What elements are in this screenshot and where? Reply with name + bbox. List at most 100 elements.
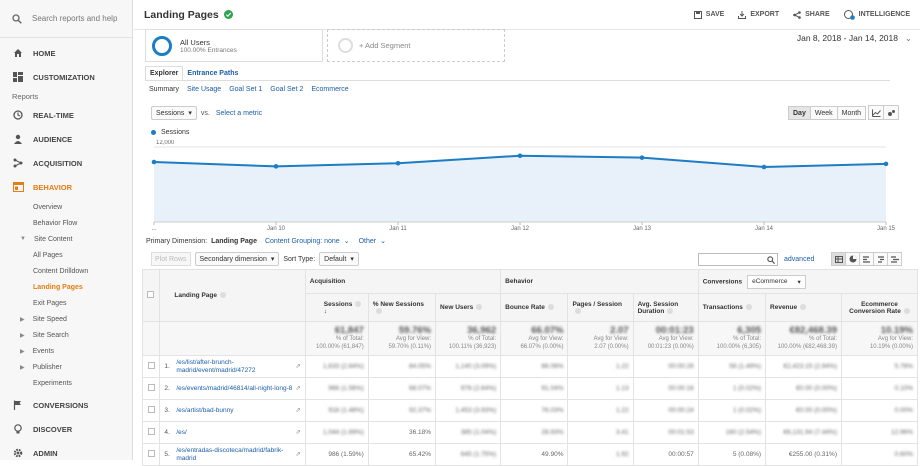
landing-page-link[interactable]: /es/list/after-brunch-madrid/event/madri… xyxy=(176,359,292,375)
col-label: Landing Page xyxy=(174,292,217,299)
conversions-select[interactable]: eCommerce ▾ xyxy=(747,274,806,289)
metric-cell: €0.00 (0.00%) xyxy=(765,377,842,400)
sidebar-publisher[interactable]: ▶ Publisher xyxy=(0,359,132,375)
metric-cell: 76.03% xyxy=(500,399,569,422)
subtab-goal-set-2[interactable]: Goal Set 2 xyxy=(270,86,303,93)
granularity-week[interactable]: Week xyxy=(809,106,838,120)
tab-entrance-paths[interactable]: Entrance Paths xyxy=(183,66,242,80)
metric-cell: 978 (2.64%) xyxy=(435,377,502,400)
metric-cell: 986 (1.59%) xyxy=(304,443,369,466)
date-range-picker[interactable]: Jan 8, 2018 - Jan 14, 2018 ⌄ xyxy=(797,33,912,43)
col-header[interactable]: Sessions ↓ xyxy=(304,293,369,322)
sidebar-sub-all-pages[interactable]: All Pages xyxy=(0,247,132,263)
col-header[interactable]: Ecommerce Conversion Rate xyxy=(840,293,919,322)
content-grouping-link[interactable]: Content Grouping: none xyxy=(265,238,340,245)
table-view-icon[interactable] xyxy=(831,252,847,266)
sidebar-sub-experiments[interactable]: Experiments xyxy=(0,375,132,391)
sidebar-label: BEHAVIOR xyxy=(33,182,73,192)
sidebar-sub-exit-pages[interactable]: Exit Pages xyxy=(0,295,132,311)
plot-rows-button[interactable]: Plot Rows xyxy=(151,252,191,266)
col-landing-page[interactable]: Landing Page xyxy=(159,269,306,322)
intelligence-button[interactable]: INTELLIGENCE xyxy=(843,9,910,20)
export-button[interactable]: EXPORT xyxy=(738,10,779,19)
subtab-goal-set-1[interactable]: Goal Set 1 xyxy=(229,86,262,93)
tab-explorer[interactable]: Explorer xyxy=(145,66,184,80)
sidebar-sub-behavior-flow[interactable]: Behavior Flow xyxy=(0,215,132,231)
landing-page-link[interactable]: /es/ xyxy=(176,429,292,437)
save-button[interactable]: SAVE xyxy=(693,10,725,19)
col-header[interactable]: % New Sessions xyxy=(367,293,437,322)
sidebar-sub-landing-pages[interactable]: Landing Pages xyxy=(0,279,132,295)
table-search-input[interactable] xyxy=(698,252,778,266)
external-link-icon[interactable]: ⇗ xyxy=(295,385,300,393)
save-label: SAVE xyxy=(705,11,725,18)
landing-page-link[interactable]: /es/entradas-discoteca/madrid/fabrik-mad… xyxy=(176,447,292,463)
subtab-site-usage[interactable]: Site Usage xyxy=(187,86,221,93)
row-checkbox[interactable] xyxy=(148,362,156,369)
external-link-icon[interactable]: ⇗ xyxy=(295,407,300,415)
vs-label: vs. xyxy=(200,109,210,117)
row-checkbox[interactable] xyxy=(148,384,156,391)
sidebar-item-realtime[interactable]: REAL-TIME xyxy=(0,103,132,127)
subtab-ecommerce[interactable]: Ecommerce xyxy=(311,86,348,93)
line-chart-icon[interactable] xyxy=(868,105,884,120)
sidebar-sub-overview[interactable]: Overview xyxy=(0,199,132,215)
col-header[interactable]: Pages / Session xyxy=(567,293,634,322)
other-dimension-link[interactable]: Other xyxy=(359,238,377,245)
select-metric-link[interactable]: Select a metric xyxy=(216,110,262,117)
metric-value: 0.60% xyxy=(894,451,913,458)
sidebar-item-audience[interactable]: AUDIENCE xyxy=(0,127,132,151)
row-checkbox[interactable] xyxy=(148,450,156,457)
performance-view-icon[interactable] xyxy=(859,252,875,266)
sidebar-item-discover[interactable]: DISCOVER xyxy=(0,417,132,441)
sidebar-sub-content-drilldown[interactable]: Content Drilldown xyxy=(0,263,132,279)
col-header[interactable]: New Users xyxy=(435,293,502,322)
share-button[interactable]: SHARE xyxy=(793,10,830,19)
legend-label: Sessions xyxy=(161,129,190,136)
subtab-summary[interactable]: Summary xyxy=(149,86,179,93)
comparison-view-icon[interactable] xyxy=(873,252,889,266)
totals-detail: 100.00% (€82,468.39) xyxy=(777,343,837,350)
segment-all-users[interactable]: All Users 100.00% Entrances xyxy=(145,29,323,62)
external-link-icon[interactable]: ⇗ xyxy=(295,451,300,459)
landing-page-link[interactable]: /es/events/madrid/46814/all-night-long-8 xyxy=(176,385,292,393)
granularity-month[interactable]: Month xyxy=(836,106,867,120)
sidebar-item-acquisition[interactable]: ACQUISITION xyxy=(0,151,132,175)
metric-cell: 00:01:53 xyxy=(632,421,699,444)
sidebar-item-admin[interactable]: ADMIN xyxy=(0,441,132,465)
metric-cell: 1,140 (3.09%) xyxy=(435,355,502,378)
main-panel: Landing Pages SAVE EXPORT SHARE INTELLIG… xyxy=(134,0,920,466)
sidebar-site-speed[interactable]: ▶ Site Speed xyxy=(0,311,132,327)
sidebar-item-customization[interactable]: CUSTOMIZATION xyxy=(0,65,132,89)
landing-page-link[interactable]: /es/artist/bad-bunny xyxy=(176,407,292,415)
granularity-day[interactable]: Day xyxy=(788,106,811,120)
col-header[interactable]: Transactions xyxy=(697,293,767,322)
metric-select[interactable]: Sessions ▾ xyxy=(151,106,197,120)
sidebar-item-home[interactable]: HOME xyxy=(0,41,132,65)
metric-cell: 3.41 xyxy=(567,421,634,444)
sidebar-events[interactable]: ▶ Events xyxy=(0,343,132,359)
sort-type-select[interactable]: Default ▾ xyxy=(319,252,359,266)
motion-chart-icon[interactable] xyxy=(883,105,899,120)
col-header[interactable]: Avg. Session Duration xyxy=(632,293,699,322)
pie-view-icon[interactable] xyxy=(845,252,861,266)
search-reports[interactable]: Search reports and help xyxy=(0,0,132,38)
secondary-dimension-select[interactable]: Secondary dimension ▾ xyxy=(194,252,280,266)
external-link-icon[interactable]: ⇗ xyxy=(295,363,300,371)
page-title-text: Landing Pages xyxy=(144,8,219,21)
metric-value: 1.22 xyxy=(615,363,629,370)
col-header[interactable]: Revenue xyxy=(765,293,842,322)
sidebar-item-conversions[interactable]: CONVERSIONS xyxy=(0,393,132,417)
col-header[interactable]: Bounce Rate xyxy=(500,293,569,322)
sidebar-site-search[interactable]: ▶ Site Search xyxy=(0,327,132,343)
row-index: 4. xyxy=(164,428,170,436)
sidebar-site-content[interactable]: ▼ Site Content xyxy=(0,231,132,247)
row-checkbox[interactable] xyxy=(148,406,156,413)
row-checkbox[interactable] xyxy=(148,428,156,435)
select-all-checkbox[interactable] xyxy=(147,291,154,298)
add-segment-button[interactable]: + Add Segment xyxy=(327,29,505,62)
term-cloud-view-icon[interactable] xyxy=(887,252,903,266)
advanced-filter-link[interactable]: advanced xyxy=(784,256,814,263)
sidebar-item-behavior[interactable]: BEHAVIOR xyxy=(0,175,132,199)
external-link-icon[interactable]: ⇗ xyxy=(295,429,300,437)
